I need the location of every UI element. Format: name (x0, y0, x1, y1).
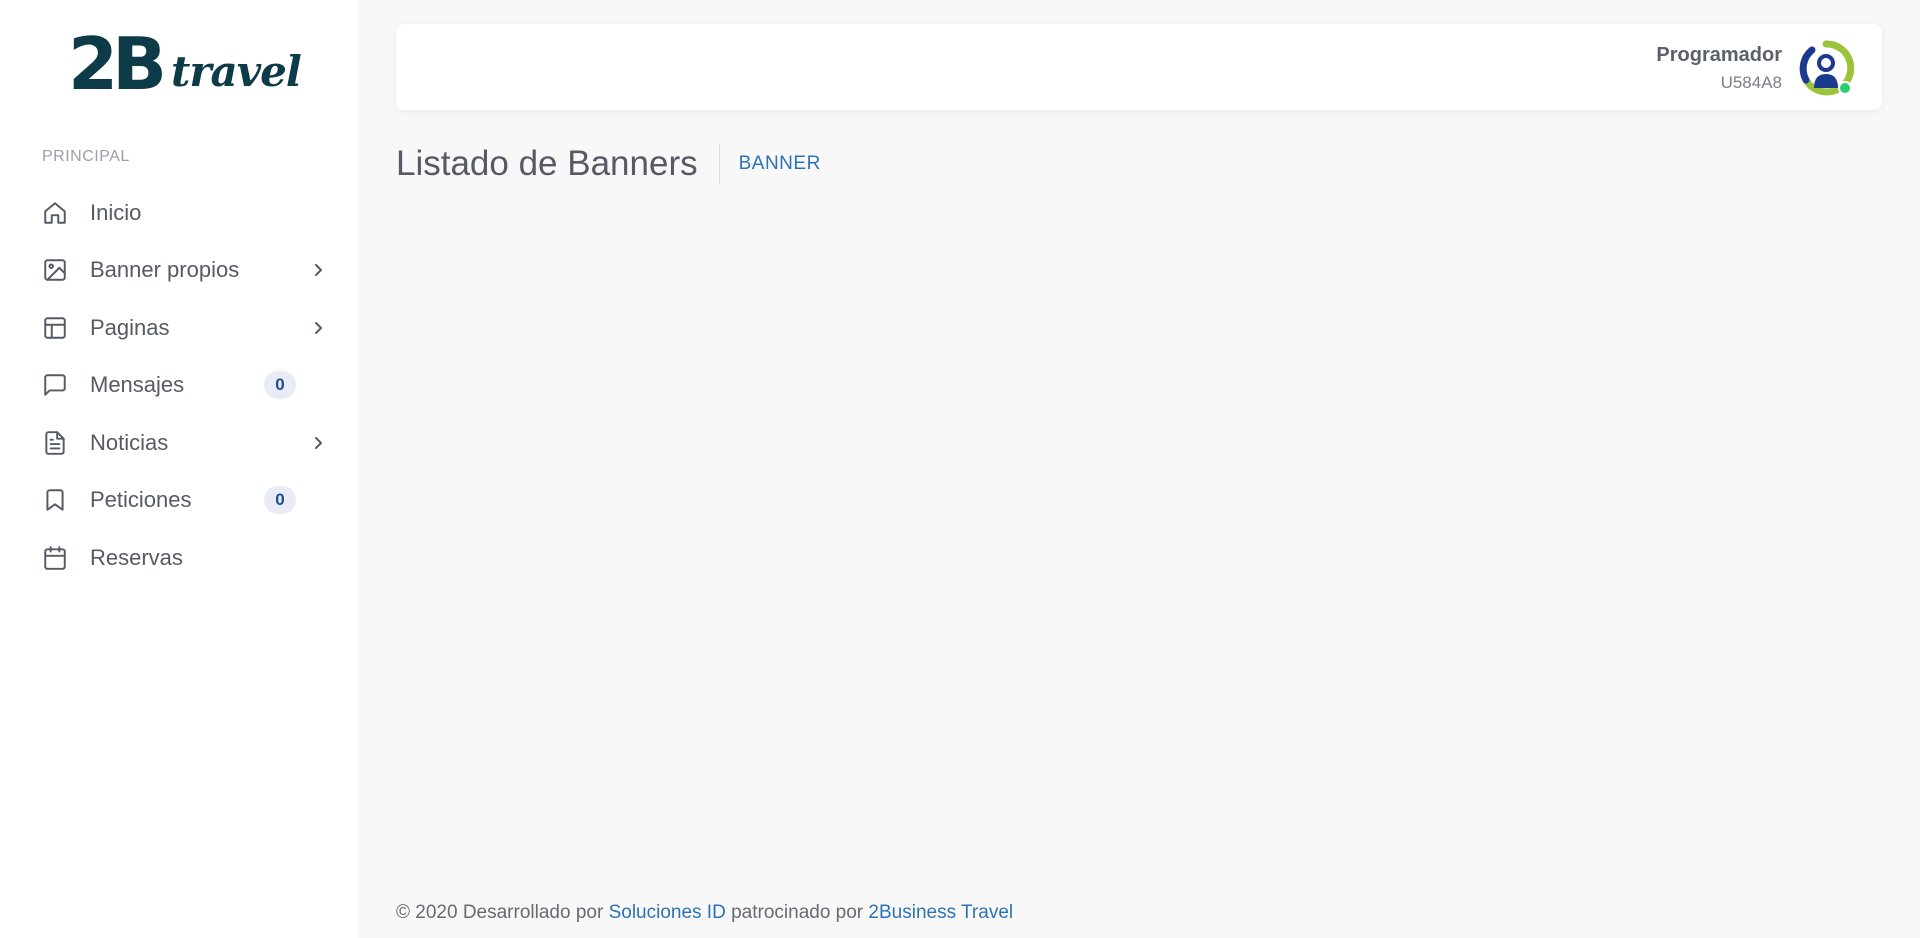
brand-logo[interactable]: 2B travel (68, 22, 302, 106)
sidebar-nav: Inicio Banner propios Paginas Mensajes 0… (0, 184, 358, 587)
calendar-icon (42, 545, 68, 571)
chevron-right-icon (310, 262, 326, 278)
footer: © 2020 Desarrollado por Soluciones ID pa… (396, 902, 1013, 924)
sidebar-item-reservas[interactable]: Reservas (0, 529, 358, 587)
home-icon (42, 200, 68, 226)
mensajes-count-badge: 0 (264, 371, 296, 400)
chevron-right-icon (310, 435, 326, 451)
image-icon (42, 257, 68, 283)
sidebar-item-label: Banner propios (90, 257, 240, 283)
sidebar-item-paginas[interactable]: Paginas (0, 299, 358, 357)
breadcrumb[interactable]: BANNER (739, 153, 821, 175)
avatar-logo-icon (1799, 40, 1855, 96)
sidebar-item-label: Inicio (90, 199, 142, 225)
sidebar-item-label: Reservas (90, 544, 183, 570)
sidebar: 2B travel PRINCIPAL Inicio Banner propio… (0, 0, 358, 938)
top-bar: Programador U584A8 (396, 24, 1882, 110)
logo-script-text: travel (170, 47, 302, 96)
sidebar-item-mensajes[interactable]: Mensajes 0 (0, 357, 358, 415)
footer-link-soluciones[interactable]: Soluciones ID (609, 902, 726, 923)
footer-middle: patrocinado por (731, 902, 864, 923)
sidebar-item-banner-propios[interactable]: Banner propios (0, 242, 358, 300)
main-content: Programador U584A8 Listado de Banners BA… (358, 0, 1920, 938)
sidebar-item-peticiones[interactable]: Peticiones 0 (0, 472, 358, 530)
title-divider (718, 144, 720, 184)
user-code: U584A8 (1720, 73, 1782, 92)
peticiones-count-badge: 0 (264, 486, 296, 515)
sidebar-item-noticias[interactable]: Noticias (0, 414, 358, 472)
page-title: Listado de Banners (396, 144, 698, 183)
app-root: 2B travel PRINCIPAL Inicio Banner propio… (0, 0, 1920, 938)
online-status-dot (1838, 81, 1852, 95)
user-name: Programador (1656, 44, 1782, 66)
logo-main-text: 2B (68, 22, 167, 106)
page-header: Listado de Banners BANNER (396, 144, 821, 184)
message-icon (42, 372, 68, 398)
sidebar-section-title: PRINCIPAL (42, 148, 130, 165)
footer-link-2business[interactable]: 2Business Travel (868, 902, 1013, 923)
chevron-right-icon (310, 320, 326, 336)
layout-icon (42, 315, 68, 341)
user-info[interactable]: Programador U584A8 (1656, 44, 1782, 93)
sidebar-item-inicio[interactable]: Inicio (0, 184, 358, 242)
sidebar-item-label: Noticias (90, 429, 169, 455)
footer-prefix: © 2020 Desarrollado por (396, 902, 604, 923)
bookmark-icon (42, 487, 68, 513)
sidebar-item-label: Paginas (90, 314, 170, 340)
file-text-icon (42, 430, 68, 456)
avatar[interactable] (1798, 40, 1855, 96)
